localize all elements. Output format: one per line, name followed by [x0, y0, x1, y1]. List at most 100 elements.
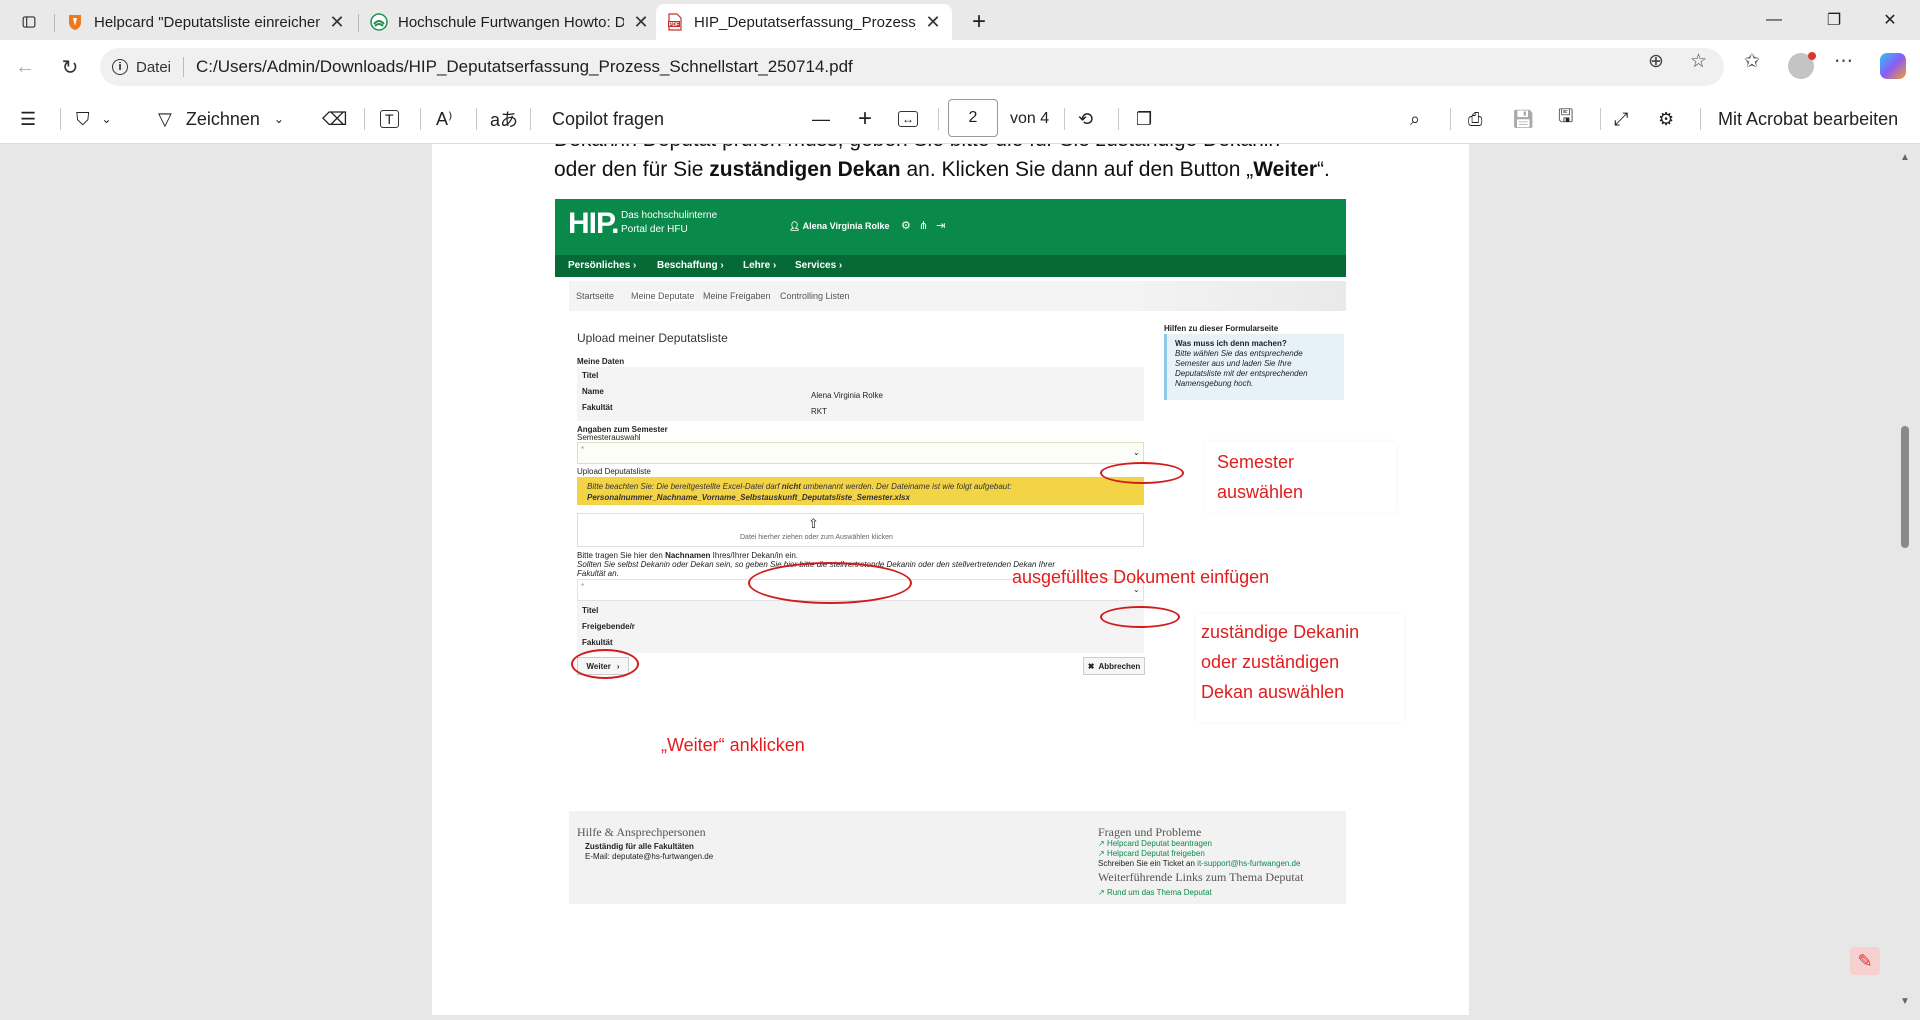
- text-button[interactable]: T: [380, 104, 399, 134]
- label-titel: Titel: [582, 371, 599, 380]
- page-number-input[interactable]: 2: [948, 99, 998, 137]
- footer-ticket: Schreiben Sie ein Ticket an it-support@h…: [1098, 859, 1301, 868]
- tab-title: HIP_Deputatserfassung_Prozess_S: [694, 13, 916, 31]
- vertical-scrollbar[interactable]: ▲ ▼: [1897, 144, 1917, 1020]
- restore-button[interactable]: ❐: [1804, 0, 1864, 40]
- eraser-icon: ⌫: [322, 108, 348, 129]
- doc-line-2: oder den für Sie zuständigen Dekan an. K…: [554, 158, 1330, 181]
- search-icon: ⌕: [1410, 108, 1421, 129]
- help-heading: Hilfen zu dieser Formularseite: [1164, 324, 1279, 333]
- hip-tab: Meine Deputate: [631, 291, 695, 301]
- close-icon[interactable]: ✕: [632, 12, 650, 33]
- zoom-out-button[interactable]: —: [812, 104, 830, 134]
- more-icon[interactable]: ⋯: [1834, 50, 1853, 73]
- scroll-up-icon[interactable]: ▲: [1900, 152, 1910, 163]
- tab-strip: Helpcard "Deputatsliste einreichen" ✕ Ho…: [0, 0, 1920, 40]
- annotation-weiter: „Weiter“ anklicken: [661, 735, 805, 755]
- acrobat-icon[interactable]: ✎: [1850, 947, 1880, 975]
- acrobat-label: Mit Acrobat bearbeiten: [1718, 108, 1899, 129]
- expand-icon: ⤢: [1614, 108, 1629, 129]
- tab-pdf-active[interactable]: PDF HIP_Deputatserfassung_Prozess_S ✕: [656, 4, 952, 40]
- save-as-icon: 🖫: [1558, 106, 1574, 126]
- annotation-dokument: ausgefülltes Dokument einfügen: [1012, 567, 1270, 587]
- close-icon[interactable]: ✕: [328, 12, 346, 33]
- draw-label: Zeichnen: [185, 108, 260, 129]
- label-fakultaet: Fakultät: [582, 403, 613, 412]
- copilot-icon[interactable]: [1880, 53, 1906, 79]
- scheme-label: Datei: [136, 58, 172, 76]
- semester-select[interactable]: * ⌄: [577, 442, 1144, 464]
- info-icon[interactable]: i: [112, 59, 128, 75]
- tab-hfu-howto[interactable]: Hochschule Furtwangen Howto: D ✕: [360, 4, 660, 40]
- fit-width-icon: ↔: [898, 111, 918, 127]
- contents-button[interactable]: ☰: [20, 104, 36, 134]
- annotation-oval-semester: [1100, 462, 1184, 484]
- list-icon: ☰: [20, 108, 37, 129]
- external-link-icon: ↗: [1098, 888, 1107, 897]
- minimize-button[interactable]: —: [1744, 0, 1804, 40]
- hip-screenshot: HIP. Das hochschulinterne Portal der HFU …: [555, 199, 1346, 904]
- footer-link-3[interactable]: ↗ Rund um das Thema Deputat: [1098, 888, 1212, 897]
- page-total: von 4: [1010, 110, 1050, 127]
- hip-tab: Controlling Listen: [780, 291, 850, 301]
- file-dropzone[interactable]: ⇧ Datei hierher ziehen oder zum Auswähle…: [577, 513, 1144, 547]
- value-name: Alena Virginia Rolke: [811, 391, 883, 400]
- save-as-button[interactable]: 🖫: [1558, 104, 1573, 134]
- new-tab-button[interactable]: +: [962, 4, 1002, 40]
- close-icon: ✕: [1883, 12, 1897, 29]
- rotate-button[interactable]: ⟲: [1078, 104, 1093, 134]
- plus-icon: +: [858, 105, 873, 132]
- favorites-icon[interactable]: ✩: [1744, 50, 1760, 73]
- zoom-icon[interactable]: ⊕: [1648, 50, 1664, 73]
- zoom-in-button[interactable]: +: [858, 104, 872, 134]
- highlight-button[interactable]: ⛉ ⌄: [76, 104, 112, 134]
- copilot-ask-button[interactable]: Copilot fragen: [552, 104, 664, 134]
- hip-header: HIP. Das hochschulinterne Portal der HFU …: [555, 199, 1346, 255]
- notification-dot: [1808, 52, 1816, 60]
- tab-helpcard[interactable]: Helpcard "Deputatsliste einreichen" ✕: [56, 4, 356, 40]
- close-window-button[interactable]: ✕: [1860, 0, 1920, 40]
- translate-button[interactable]: aあ: [490, 104, 518, 134]
- hip-subtitle: Das hochschulinterne Portal der HFU: [621, 210, 718, 235]
- footer-email: E-Mail: deputate@hs-furtwangen.de: [585, 852, 714, 861]
- dekan-instruction-1: Bitte tragen Sie hier den Nachnamen Ihre…: [577, 551, 799, 560]
- chevron-down-icon: ⌄: [101, 112, 112, 126]
- search-button[interactable]: ⌕: [1410, 104, 1420, 134]
- dekan-instruction-3: Fakultät an.: [577, 569, 619, 578]
- semester-label: Semesterauswahl: [577, 433, 641, 442]
- svg-text:PDF: PDF: [669, 22, 679, 28]
- read-aloud-button[interactable]: A⁾: [436, 104, 452, 134]
- print-button[interactable]: ⎙: [1468, 104, 1482, 134]
- arrow-left-icon: ←: [15, 55, 35, 78]
- address-bar[interactable]: i Datei C:/Users/Admin/Downloads/HIP_Dep…: [100, 48, 1724, 86]
- hip-tab: Meine Freigaben: [703, 291, 771, 301]
- print-icon: ⎙: [1468, 108, 1483, 129]
- scrollbar-thumb[interactable]: [1901, 426, 1909, 548]
- fullscreen-button[interactable]: ⤢: [1614, 104, 1628, 134]
- nav-beschaffung: Beschaffung ›: [657, 260, 724, 271]
- star-icon[interactable]: ☆: [1690, 50, 1707, 73]
- fit-width-button[interactable]: ↔: [898, 104, 918, 134]
- close-icon[interactable]: ✕: [924, 12, 942, 33]
- erase-button[interactable]: ⌫: [322, 104, 347, 134]
- footer-link-1[interactable]: ↗ Helpcard Deputat beantragen: [1098, 839, 1212, 848]
- tab-actions-button[interactable]: [12, 4, 46, 40]
- settings-button[interactable]: ⚙: [1658, 104, 1674, 134]
- url-text[interactable]: C:/Users/Admin/Downloads/HIP_Deputatserf…: [196, 57, 853, 77]
- page-view-button[interactable]: ❐: [1136, 104, 1152, 134]
- scroll-down-icon[interactable]: ▼: [1900, 996, 1910, 1007]
- back-button[interactable]: ←: [10, 52, 40, 82]
- rotate-icon: ⟲: [1078, 108, 1094, 129]
- hip-footer: Hilfe & Ansprechpersonen Zuständig für a…: [569, 811, 1346, 904]
- save-button[interactable]: 💾︎: [1512, 104, 1535, 134]
- close-icon: ✖: [1087, 661, 1095, 671]
- abbrechen-button[interactable]: ✖ Abbrechen: [1083, 657, 1145, 675]
- tab-title: Helpcard "Deputatsliste einreichen": [94, 13, 320, 31]
- minimize-icon: —: [1766, 11, 1782, 28]
- reload-button[interactable]: ↻: [55, 52, 85, 82]
- draw-button[interactable]: ▽ Zeichnen ⌄: [158, 104, 284, 134]
- copilot-label: Copilot fragen: [552, 108, 665, 129]
- avatar[interactable]: [1788, 52, 1816, 79]
- footer-link-2[interactable]: ↗ Helpcard Deputat freigeben: [1098, 849, 1205, 858]
- acrobat-edit-button[interactable]: Mit Acrobat bearbeiten: [1718, 104, 1898, 134]
